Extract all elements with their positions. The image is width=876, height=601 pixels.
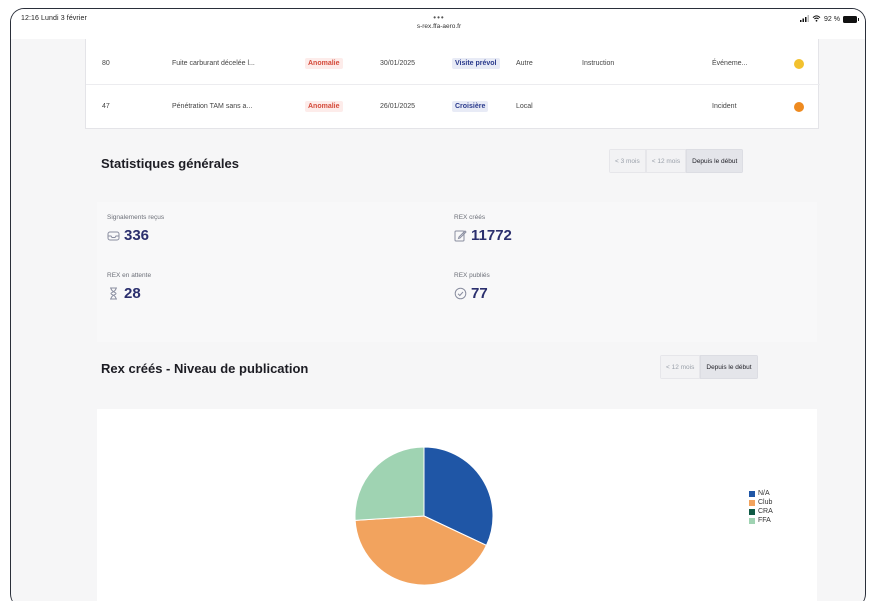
stat-value: 77 xyxy=(471,285,488,302)
ipad-screen: 12:16 Lundi 3 février ••• s-rex.ffa-aero… xyxy=(0,0,876,601)
filter-since-start[interactable]: Depuis le début xyxy=(700,355,758,379)
legend-label: N/A xyxy=(758,490,770,497)
legend-swatch xyxy=(749,490,755,497)
stats-period-filter: < 3 mois < 12 mois Depuis le début xyxy=(609,149,744,173)
legend-swatch xyxy=(749,499,755,506)
filter-3-months[interactable]: < 3 mois xyxy=(609,149,646,173)
battery-percent: 92 % xyxy=(824,16,840,23)
filter-12-months[interactable]: < 12 mois xyxy=(645,149,687,173)
wifi-icon xyxy=(812,15,821,24)
row-scope: Local xyxy=(516,103,533,110)
row-type-badge: Anomalie xyxy=(305,101,343,112)
row-category: Événeme... xyxy=(712,60,748,67)
stat-rex-created: REX créés 11772 xyxy=(454,214,512,244)
status-indicators: 92 % xyxy=(800,15,859,24)
stat-rex-published: REX publiés 77 xyxy=(454,272,490,302)
legend-item-cra[interactable]: CRA xyxy=(749,507,773,516)
row-scope: Autre xyxy=(516,60,533,67)
address-area: ••• s-rex.ffa-aero.fr xyxy=(11,13,865,31)
legend-swatch xyxy=(749,508,755,515)
stat-value: 11772 xyxy=(471,227,512,244)
table-row[interactable]: 80 Fuite carburant décelée l... Anomalie… xyxy=(86,43,820,85)
stat-value: 336 xyxy=(124,227,150,244)
chart-section-title: Rex créés - Niveau de publication xyxy=(101,361,309,376)
more-dots-icon[interactable]: ••• xyxy=(11,13,865,22)
legend-item-n-a[interactable]: N/A xyxy=(749,489,773,498)
row-date: 26/01/2025 xyxy=(380,103,416,110)
legend-label: CRA xyxy=(758,508,773,515)
row-date: 30/01/2025 xyxy=(380,60,416,67)
publication-pie-chart xyxy=(354,446,494,586)
chart-legend: N/A Club CRA FFA xyxy=(749,489,773,525)
signal-icon xyxy=(800,15,810,24)
row-id: 80 xyxy=(102,60,110,67)
row-id: 47 xyxy=(102,103,110,110)
filter-12-months[interactable]: < 12 mois xyxy=(660,355,701,379)
row-type-badge: Anomalie xyxy=(305,58,343,69)
stat-label: REX créés xyxy=(454,214,486,221)
legend-label: Club xyxy=(758,499,773,506)
stat-label: Signalements reçus xyxy=(107,214,165,221)
legend-swatch xyxy=(749,517,755,524)
battery-icon xyxy=(843,16,859,23)
edit-icon xyxy=(454,229,467,242)
check-circle-icon xyxy=(454,287,467,300)
legend-item-ffa[interactable]: FFA xyxy=(749,516,773,525)
signalements-table: 80 Fuite carburant décelée l... Anomalie… xyxy=(85,39,820,129)
hourglass-icon xyxy=(107,287,120,300)
stats-section-title: Statistiques générales xyxy=(101,156,239,171)
row-phase-badge: Visite prévol xyxy=(452,58,500,69)
legend-item-club[interactable]: Club xyxy=(749,498,773,507)
pie-slice-ffa[interactable] xyxy=(354,446,425,521)
table-row[interactable]: 47 Pénétration TAM sans a... Anomalie 26… xyxy=(86,86,820,128)
stat-value: 28 xyxy=(124,285,141,302)
row-title[interactable]: Fuite carburant décelée l... xyxy=(172,60,255,67)
status-dot xyxy=(794,59,804,69)
browser-viewport: 12:16 Lundi 3 février ••• s-rex.ffa-aero… xyxy=(10,8,866,601)
legend-label: FFA xyxy=(758,517,771,524)
stat-label: REX en attente xyxy=(107,272,152,279)
row-status: Instruction xyxy=(582,60,615,67)
status-bar: 12:16 Lundi 3 février ••• s-rex.ffa-aero… xyxy=(11,9,865,39)
row-title[interactable]: Pénétration TAM sans a... xyxy=(172,103,252,110)
chart-period-filter: < 12 mois Depuis le début xyxy=(660,355,758,379)
status-dot xyxy=(794,102,804,112)
publication-chart-card: N/A Club CRA FFA xyxy=(97,409,817,601)
filter-since-start[interactable]: Depuis le début xyxy=(686,149,744,173)
stat-signalements: Signalements reçus 336 xyxy=(107,214,164,244)
stat-rex-pending: REX en attente 28 xyxy=(107,272,151,302)
row-category: Incident xyxy=(712,103,737,110)
inbox-icon xyxy=(107,229,120,242)
row-phase-badge: Croisière xyxy=(452,101,489,112)
stats-card: Signalements reçus 336 REX créés 11772 R… xyxy=(97,202,817,342)
url-label[interactable]: s-rex.ffa-aero.fr xyxy=(11,22,865,31)
stat-label: REX publiés xyxy=(454,272,490,279)
